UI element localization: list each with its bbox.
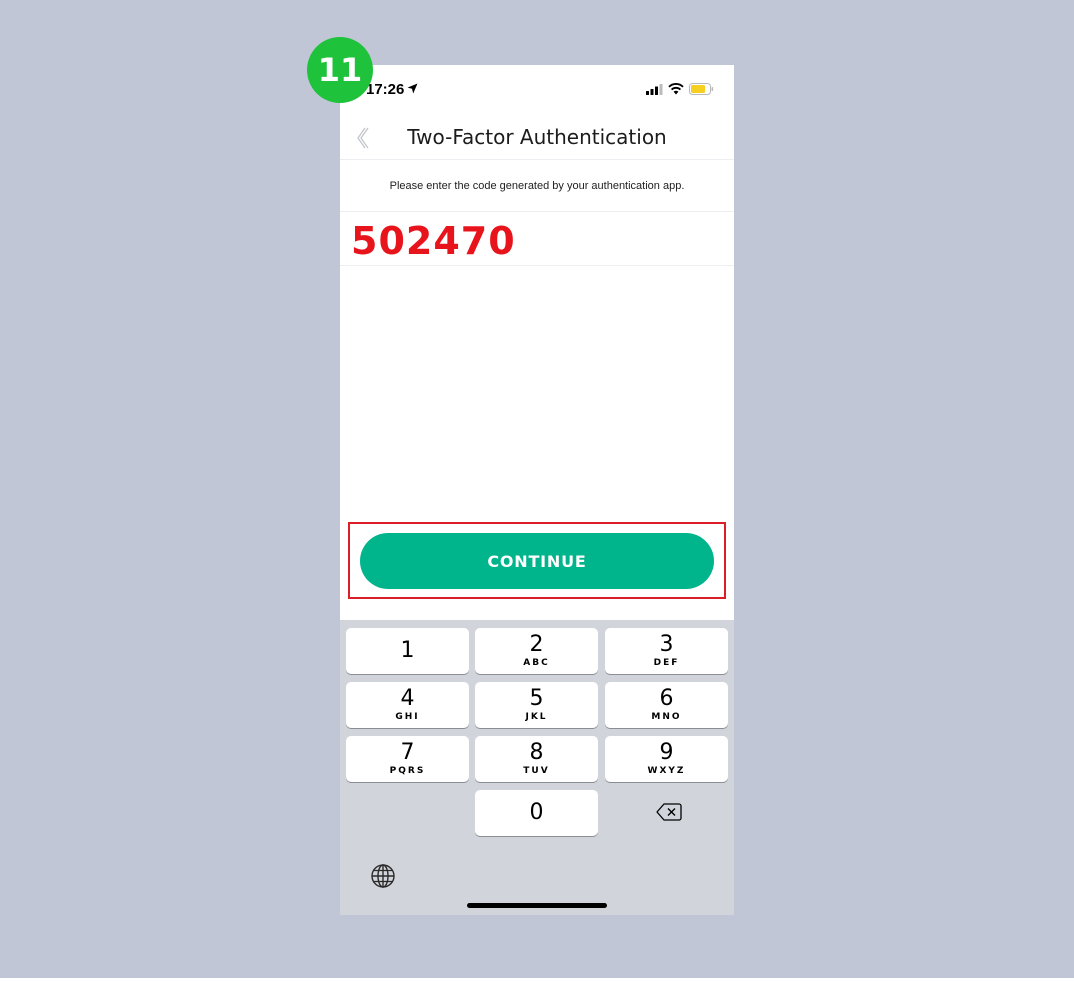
phone-screen: 17:26 Two-Factor Authentication Please e… (340, 65, 734, 915)
step-number-badge: 11 (307, 37, 373, 103)
status-icons (646, 82, 714, 100)
key-letters: TUV (523, 766, 550, 776)
instruction-text: Please enter the code generated by your … (340, 160, 734, 212)
key-digit: 7 (400, 740, 415, 765)
page-title: Two-Factor Authentication (407, 125, 667, 149)
key-letters: GHI (395, 712, 420, 722)
key-letters: WXYZ (647, 766, 686, 776)
key-letters: JKL (525, 712, 548, 722)
battery-icon (689, 82, 714, 100)
status-time: 17:26 (366, 81, 418, 98)
continue-button[interactable]: CONTINUE (360, 533, 714, 589)
key-digit: 4 (400, 686, 415, 711)
key-digit: 3 (659, 632, 674, 657)
home-indicator (467, 903, 607, 908)
key-digit: 0 (529, 800, 544, 825)
code-input-value: 502470 (351, 219, 516, 263)
key-digit: 2 (529, 632, 544, 657)
key-digit: 6 (659, 686, 674, 711)
location-arrow-icon (407, 83, 418, 97)
status-bar: 17:26 (340, 65, 734, 115)
key-6[interactable]: 6 MNO (605, 682, 728, 728)
key-8[interactable]: 8 TUV (475, 736, 598, 782)
key-4[interactable]: 4 GHI (346, 682, 469, 728)
key-1[interactable]: 1 (346, 628, 469, 674)
key-9[interactable]: 9 WXYZ (605, 736, 728, 782)
globe-icon[interactable] (370, 863, 396, 889)
key-7[interactable]: 7 PQRS (346, 736, 469, 782)
numeric-keyboard: 1 2 ABC 3 DEF 4 GHI 5 JKL 6 MNO 7 PQRS 8… (340, 620, 734, 915)
wifi-icon (668, 82, 684, 100)
key-letters: ABC (523, 658, 550, 668)
key-letters: MNO (651, 712, 682, 722)
key-digit: 9 (659, 740, 674, 765)
key-2[interactable]: 2 ABC (475, 628, 598, 674)
backspace-icon[interactable] (656, 803, 682, 821)
key-digit: 8 (529, 740, 544, 765)
navigation-bar: Two-Factor Authentication (340, 115, 734, 160)
key-5[interactable]: 5 JKL (475, 682, 598, 728)
key-digit: 5 (529, 686, 544, 711)
code-input-field[interactable]: 502470 (340, 212, 734, 266)
key-0[interactable]: 0 (475, 790, 598, 836)
status-time-text: 17:26 (366, 81, 405, 98)
cellular-signal-icon (646, 82, 663, 100)
key-3[interactable]: 3 DEF (605, 628, 728, 674)
key-digit: 1 (400, 638, 415, 663)
key-letters: PQRS (389, 766, 426, 776)
battery-level (691, 85, 705, 93)
key-letters: DEF (653, 658, 680, 668)
